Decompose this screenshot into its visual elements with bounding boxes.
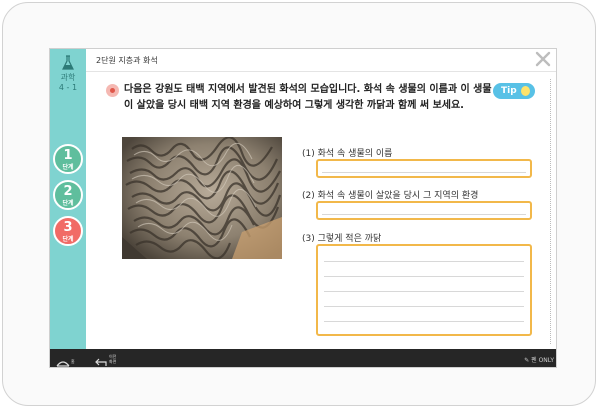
step-label: 단계 xyxy=(62,200,74,207)
writing-line xyxy=(324,306,524,307)
writing-line xyxy=(324,321,524,322)
grade-label: 4 - 1 xyxy=(58,83,78,92)
item-1-answer-field[interactable] xyxy=(316,159,532,178)
item-2-label: (2) 화석 속 생물이 살았을 당시 그 지역의 환경 xyxy=(302,191,479,201)
item-2-answer-field[interactable] xyxy=(316,201,532,220)
question-text: 다음은 강원도 태백 지역에서 발견된 화석의 모습입니다. 화석 속 생물의 … xyxy=(124,84,492,111)
step-3-button[interactable]: 3 단계 xyxy=(53,216,83,246)
close-icon[interactable] xyxy=(534,50,552,68)
writing-line xyxy=(324,261,524,262)
step-label: 단계 xyxy=(62,236,74,243)
writing-line xyxy=(324,276,524,277)
step-number: 1 xyxy=(63,148,73,163)
sidebar: 과학 4 - 1 1 단계 2 단계 3 단계 xyxy=(50,49,86,349)
pen-only-toggle[interactable]: ✎ 펜 ONLY xyxy=(524,355,554,364)
pen-icon: ✎ xyxy=(524,357,530,364)
tip-button[interactable]: Tip xyxy=(493,83,535,99)
writing-line xyxy=(324,291,524,292)
step-number: 2 xyxy=(63,184,73,199)
step-2-button[interactable]: 2 단계 xyxy=(53,180,83,210)
lightbulb-icon xyxy=(521,86,530,96)
tip-label: Tip xyxy=(501,86,517,96)
fossil-photo xyxy=(122,137,282,259)
home-icon xyxy=(56,361,70,367)
step-1-button[interactable]: 1 단계 xyxy=(53,144,83,174)
scrollbar[interactable] xyxy=(550,79,553,344)
item-3-answer-field[interactable] xyxy=(316,244,532,336)
item-3-label: (3) 그렇게 적은 까닭 xyxy=(302,234,382,244)
bottom-bar: 홈 이전 화면 ✎ 펜 ONLY xyxy=(50,349,556,367)
tablet-frame: 과학 4 - 1 1 단계 2 단계 3 단계 2단원 지층과 화석 다음은 강… xyxy=(2,2,596,406)
top-bar: 2단원 지층과 화석 xyxy=(86,49,556,72)
question-bullet-icon xyxy=(106,84,119,97)
unit-title: 2단원 지층과 화석 xyxy=(96,56,158,65)
back-button[interactable]: 이전 화면 xyxy=(94,353,124,366)
app-screen: 과학 4 - 1 1 단계 2 단계 3 단계 2단원 지층과 화석 다음은 강… xyxy=(49,48,557,368)
item-1-label: (1) 화석 속 생물의 이름 xyxy=(302,149,393,159)
step-number: 3 xyxy=(63,220,73,235)
back-label: 이전 화면 xyxy=(109,354,117,364)
home-label: 홈 xyxy=(71,359,75,364)
home-button[interactable]: 홈 xyxy=(56,353,76,367)
back-icon xyxy=(95,358,107,366)
main-content: 2단원 지층과 화석 다음은 강원도 태백 지역에서 발견된 화석의 모습입니다… xyxy=(86,49,556,349)
subject-label: 과학 xyxy=(60,73,76,82)
pen-label: 펜 ONLY xyxy=(531,357,554,364)
flask-icon xyxy=(62,55,74,70)
step-label: 단계 xyxy=(62,164,74,171)
